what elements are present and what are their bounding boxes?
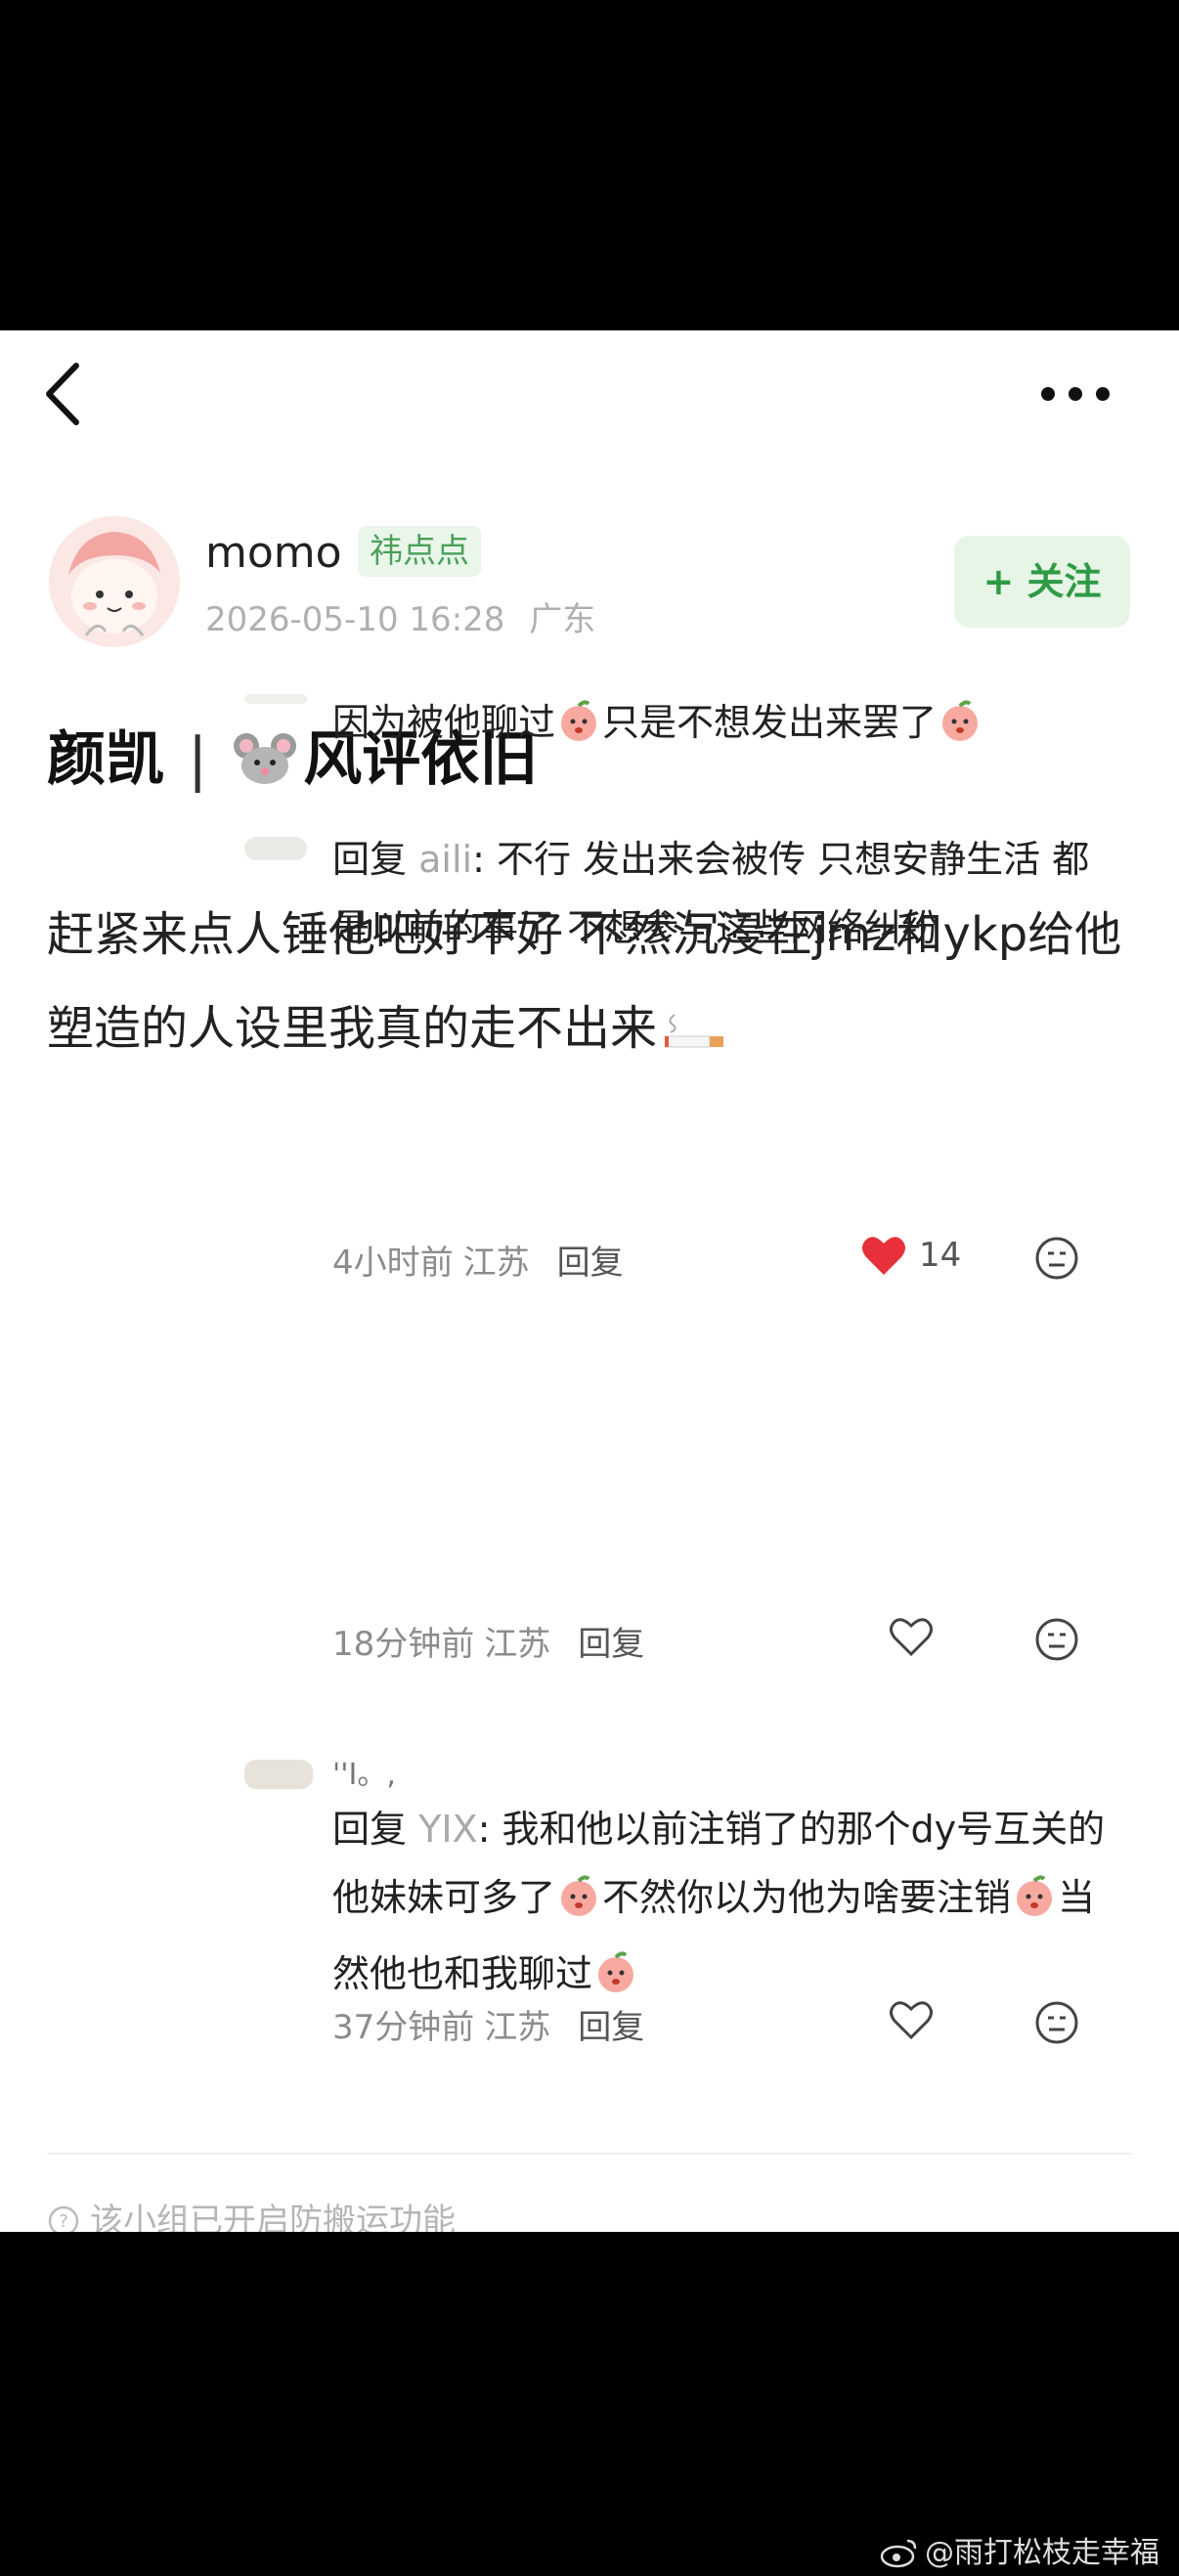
- comment-time: 4小时前: [332, 1244, 454, 1283]
- reply-button[interactable]: 回复: [578, 2008, 644, 2047]
- emoji-face-icon: [1035, 1237, 1078, 1280]
- peach-emoji-icon: [557, 1871, 600, 1940]
- reply-button[interactable]: 回复: [557, 1244, 624, 1283]
- like-button[interactable]: [888, 1998, 935, 2047]
- emoji-face-icon: [1035, 1618, 1078, 1661]
- follow-button[interactable]: + 关注: [954, 536, 1130, 628]
- comment-time: 18分钟前: [332, 1625, 475, 1664]
- comment-avatar[interactable]: [244, 837, 307, 860]
- comment-time: 37分钟前: [332, 2008, 475, 2047]
- comment-meta: 37分钟前 江苏 回复: [332, 2000, 644, 2048]
- comment-avatar[interactable]: [244, 694, 307, 704]
- comment-avatar[interactable]: [244, 1760, 313, 1789]
- post-timestamp: 2026-05-10 16:28: [205, 600, 505, 639]
- reply-prefix: 回复: [332, 1808, 408, 1851]
- watermark: @雨打松枝走幸福: [880, 2528, 1159, 2576]
- like-count: 14: [919, 1236, 962, 1275]
- comment-location: 江苏: [462, 1244, 530, 1283]
- more-button[interactable]: [1036, 374, 1114, 414]
- anti-repost-notice: ? 该小组已开启防搬运功能: [47, 2194, 456, 2232]
- back-button[interactable]: [39, 360, 98, 428]
- watermark-text: @雨打松枝走幸福: [925, 2536, 1159, 2570]
- emoji-reaction-button[interactable]: [1032, 1234, 1081, 1283]
- comment-item: 因为被他聊过 只是不想发出来罢了: [332, 688, 1114, 764]
- comment-text-cont: 不然你以为他为啥要注销: [602, 1876, 1012, 1919]
- cigarette-emoji-icon: [663, 987, 727, 1081]
- heart-outline-icon: [890, 2001, 933, 2040]
- comment-location: 江苏: [484, 2008, 551, 2047]
- heart-icon: [862, 1237, 905, 1275]
- author-avatar[interactable]: [49, 516, 180, 647]
- help-circle-icon: ?: [47, 2205, 80, 2232]
- mouse-emoji-icon: [231, 728, 299, 802]
- weibo-icon: [880, 2537, 919, 2576]
- reply-prefix: 回复: [332, 838, 408, 881]
- peach-emoji-icon: [1013, 1871, 1056, 1940]
- like-button[interactable]: [888, 1615, 935, 1664]
- avatar-image: [49, 516, 180, 647]
- comment-item: 回复 aili: 不行 发出来会被传 只想安静生活 都是以前的事了 不想参与这些…: [332, 838, 1090, 949]
- peach-emoji-icon: [557, 696, 600, 764]
- comment-nickname[interactable]: ''I。,: [332, 1750, 396, 1793]
- author-tag-badge: 祎点点: [358, 526, 481, 577]
- post-location: 广东: [529, 600, 596, 639]
- more-dots-icon: [1041, 387, 1110, 401]
- post-title-separator: |: [188, 725, 208, 794]
- emoji-reaction-button[interactable]: [1032, 1998, 1081, 2047]
- like-button[interactable]: [860, 1234, 907, 1283]
- post-screen: momo 祎点点 2026-05-10 16:28 广东 + 关注 颜凯 | 风评…: [0, 330, 1179, 2232]
- comment-location: 江苏: [484, 1625, 551, 1664]
- comment-text: 因为被他聊过: [332, 701, 556, 744]
- svg-text:?: ?: [59, 2211, 68, 2232]
- notice-text: 该小组已开启防搬运功能: [90, 2202, 456, 2232]
- comment-meta: 4小时前 江苏 回复: [332, 1236, 624, 1284]
- comment-meta: 18分钟前 江苏 回复: [332, 1617, 644, 1665]
- emoji-face-icon: [1035, 2001, 1078, 2044]
- peach-emoji-icon: [939, 696, 982, 764]
- divider: [47, 2153, 1132, 2155]
- heart-outline-icon: [890, 1618, 933, 1657]
- post-meta: 2026-05-10 16:28 广东: [205, 592, 609, 640]
- emoji-reaction-button[interactable]: [1032, 1615, 1081, 1664]
- reply-to-user[interactable]: aili: [418, 838, 472, 881]
- comment-text-cont: 只是不想发出来罢了: [602, 701, 938, 744]
- top-bar: [0, 330, 1179, 448]
- author-name[interactable]: momo: [205, 528, 342, 578]
- reply-button[interactable]: 回复: [578, 1625, 644, 1664]
- comment-item: 回复 YIX: 我和他以前注销了的那个dy号互关的 他妹妹可多了 不然你以为他为啥…: [332, 1795, 1114, 2016]
- reply-to-user[interactable]: YIX: [418, 1808, 477, 1851]
- back-arrow-icon: [46, 363, 79, 425]
- post-title-left: 颜凯: [47, 725, 164, 794]
